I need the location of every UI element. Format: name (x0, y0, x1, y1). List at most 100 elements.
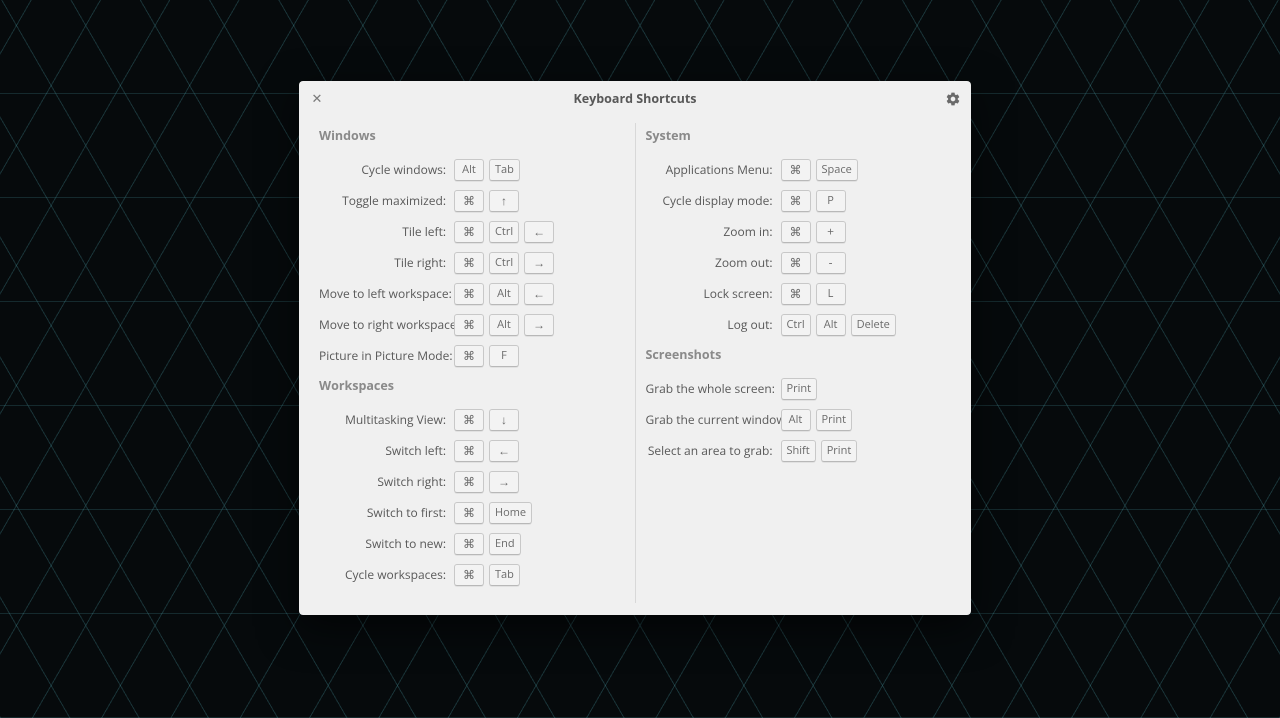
dialog-content: Windows Cycle windows:AltTabToggle maxim… (309, 121, 961, 605)
close-icon: ✕ (312, 89, 323, 107)
keycap: ⌘ (454, 502, 484, 524)
keycap: → (524, 314, 554, 336)
keycap: Tab (489, 564, 520, 586)
section-title-system: System (646, 127, 952, 144)
keycap: ⌘ (454, 409, 484, 431)
shortcut-label: Select an area to grab: (646, 442, 781, 459)
shortcut-keys: ⌘→ (454, 471, 519, 493)
shortcut-label: Move to left workspace: (319, 285, 454, 302)
shortcut-keys: ShiftPrint (781, 440, 858, 462)
shortcut-label: Switch to new: (319, 535, 454, 552)
shortcut-row: Tile left:⌘Ctrl← (319, 216, 625, 247)
shortcut-keys: ⌘Alt← (454, 283, 554, 305)
shortcut-row: Switch to new:⌘End (319, 528, 625, 559)
keycap: Home (489, 502, 532, 524)
shortcut-row: Zoom out:⌘- (646, 247, 952, 278)
shortcut-keys: ⌘+ (781, 221, 846, 243)
shortcut-label: Cycle windows: (319, 161, 454, 178)
shortcut-keys: AltPrint (781, 409, 853, 431)
shortcut-row: Move to left workspace:⌘Alt← (319, 278, 625, 309)
keycap: Alt (816, 314, 846, 336)
keyboard-shortcuts-dialog: ✕ Keyboard Shortcuts Windows Cycle windo… (299, 81, 971, 615)
shortcut-keys: ⌘Ctrl→ (454, 252, 554, 274)
shortcut-keys: CtrlAltDelete (781, 314, 896, 336)
shortcut-row: Cycle workspaces:⌘Tab (319, 559, 625, 590)
shortcut-keys: ⌘Ctrl← (454, 221, 554, 243)
shortcut-row: Switch left:⌘← (319, 435, 625, 466)
keycap: Alt (489, 283, 519, 305)
rows-system: Applications Menu:⌘SpaceCycle display mo… (646, 154, 952, 340)
keycap: ⌘ (454, 345, 484, 367)
shortcut-label: Grab the whole screen: (646, 380, 781, 397)
rows-windows: Cycle windows:AltTabToggle maximized:⌘↑T… (319, 154, 625, 371)
keycap: → (524, 252, 554, 274)
shortcut-label: Move to right workspace: (319, 316, 454, 333)
shortcut-keys: AltTab (454, 159, 520, 181)
shortcut-row: Multitasking View:⌘↓ (319, 404, 625, 435)
section-title-windows: Windows (319, 127, 625, 144)
shortcut-row: Zoom in:⌘+ (646, 216, 952, 247)
column-left: Windows Cycle windows:AltTabToggle maxim… (309, 121, 635, 605)
shortcut-label: Zoom in: (646, 223, 781, 240)
shortcut-row: Switch to first:⌘Home (319, 497, 625, 528)
shortcut-keys: ⌘Alt→ (454, 314, 554, 336)
keycap: ← (524, 283, 554, 305)
keycap: Print (821, 440, 858, 462)
shortcut-label: Grab the current window: (646, 411, 781, 428)
close-button[interactable]: ✕ (309, 91, 325, 107)
shortcut-keys: Print (781, 378, 818, 400)
shortcut-keys: ⌘Home (454, 502, 532, 524)
keycap: Space (816, 159, 858, 181)
shortcut-keys: ⌘End (454, 533, 521, 555)
shortcut-label: Zoom out: (646, 254, 781, 271)
shortcut-row: Cycle windows:AltTab (319, 154, 625, 185)
keycap: ↓ (489, 409, 519, 431)
shortcut-row: Lock screen:⌘L (646, 278, 952, 309)
keycap: ⌘ (781, 252, 811, 274)
shortcut-label: Switch left: (319, 442, 454, 459)
shortcut-label: Toggle maximized: (319, 192, 454, 209)
section-title-workspaces: Workspaces (319, 377, 625, 394)
settings-button[interactable] (943, 89, 963, 109)
shortcut-row: Log out:CtrlAltDelete (646, 309, 952, 340)
shortcut-label: Applications Menu: (646, 161, 781, 178)
keycap: Ctrl (489, 221, 519, 243)
shortcut-row: Cycle display mode:⌘P (646, 185, 952, 216)
keycap: ⌘ (454, 440, 484, 462)
shortcut-label: Switch to first: (319, 504, 454, 521)
shortcut-row: Toggle maximized:⌘↑ (319, 185, 625, 216)
titlebar: ✕ Keyboard Shortcuts (299, 81, 971, 117)
shortcut-label: Cycle workspaces: (319, 566, 454, 583)
shortcut-keys: ⌘- (781, 252, 846, 274)
keycap: Alt (489, 314, 519, 336)
shortcut-row: Switch right:⌘→ (319, 466, 625, 497)
keycap: ↑ (489, 190, 519, 212)
shortcut-row: Move to right workspace:⌘Alt→ (319, 309, 625, 340)
dialog-title: Keyboard Shortcuts (573, 90, 696, 107)
shortcut-label: Cycle display mode: (646, 192, 781, 209)
keycap: ⌘ (781, 159, 811, 181)
keycap: ⌘ (454, 314, 484, 336)
shortcut-label: Lock screen: (646, 285, 781, 302)
shortcut-keys: ⌘↓ (454, 409, 519, 431)
shortcut-row: Tile right:⌘Ctrl→ (319, 247, 625, 278)
keycap: ⌘ (781, 221, 811, 243)
keycap: ⌘ (454, 252, 484, 274)
keycap: + (816, 221, 846, 243)
keycap: ⌘ (454, 283, 484, 305)
rows-screenshots: Grab the whole screen:PrintGrab the curr… (646, 373, 952, 466)
keycap: Delete (851, 314, 896, 336)
shortcut-row: Grab the whole screen:Print (646, 373, 952, 404)
shortcut-row: Picture in Picture Mode:⌘F (319, 340, 625, 371)
keycap: Print (816, 409, 853, 431)
keycap: Ctrl (489, 252, 519, 274)
rows-workspaces: Multitasking View:⌘↓Switch left:⌘←Switch… (319, 404, 625, 590)
keycap: ⌘ (781, 190, 811, 212)
section-title-screenshots: Screenshots (646, 346, 952, 363)
shortcut-keys: ⌘F (454, 345, 519, 367)
shortcut-row: Grab the current window:AltPrint (646, 404, 952, 435)
keycap: Alt (454, 159, 484, 181)
shortcut-label: Log out: (646, 316, 781, 333)
shortcut-keys: ⌘Tab (454, 564, 520, 586)
keycap: Alt (781, 409, 811, 431)
